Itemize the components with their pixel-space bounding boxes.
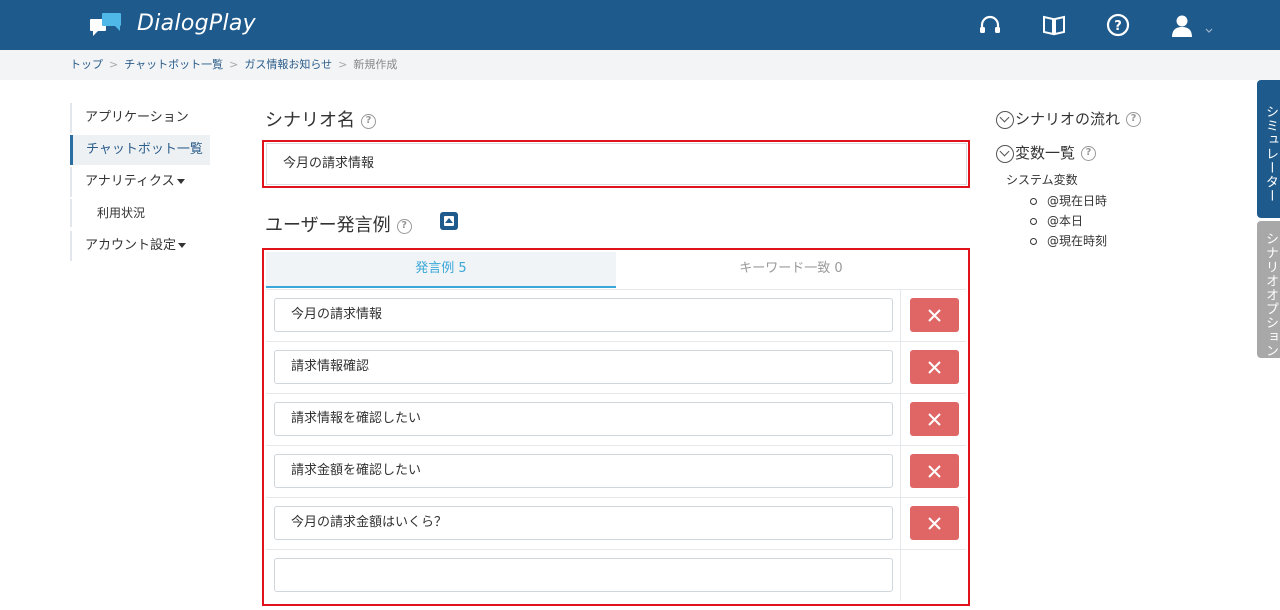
breadcrumb-top[interactable]: トップ	[70, 58, 103, 71]
sidebar-item-analytics[interactable]: アナリティクス	[70, 167, 210, 197]
sidebar-item-label: 利用状況	[97, 206, 146, 220]
list-item[interactable]: @本日	[1030, 211, 1107, 231]
chevron-down-icon	[996, 110, 1014, 129]
utterance-examples-label: ユーザー発言例	[265, 215, 391, 236]
scenario-name-label: シナリオ名	[265, 110, 355, 131]
svg-text:?: ?	[1114, 19, 1122, 34]
sidebar-item-chatbot-list[interactable]: チャットボット一覧	[70, 135, 210, 165]
help-icon[interactable]: ?	[1081, 146, 1097, 161]
help-icon[interactable]: ?	[1105, 12, 1131, 38]
sidebar-item-label: アカウント設定	[85, 238, 177, 253]
scenario-flow-toggle[interactable]: シナリオの流れ?	[996, 108, 1142, 129]
breadcrumb-current: 新規作成	[353, 58, 398, 71]
help-icon[interactable]: ?	[361, 113, 376, 129]
sidebar-item-label: アナリティクス	[85, 174, 175, 189]
caret-down-icon	[178, 243, 187, 248]
app-header: DialogPlay ?	[0, 0, 1280, 50]
system-variables-label: システム変数	[1006, 173, 1078, 187]
list-item[interactable]: @現在日時	[1030, 191, 1107, 211]
sidebar: アプリケーション チャットボット一覧 アナリティクス 利用状況 アカウント設定	[70, 103, 210, 263]
utterance-examples-heading: ユーザー発言例?	[265, 211, 412, 237]
breadcrumb-gas-info[interactable]: ガス情報お知らせ	[244, 58, 332, 71]
sidebar-item-label: アプリケーション	[85, 110, 189, 125]
logo-icon	[88, 11, 124, 39]
utterance-panel-highlight	[262, 248, 970, 606]
simulator-tab[interactable]: シミュレーター	[1257, 80, 1280, 218]
sidebar-item-usage[interactable]: 利用状況	[70, 199, 210, 227]
breadcrumb: トップ > チャットボット一覧 > ガス情報お知らせ > 新規作成	[0, 50, 1280, 80]
list-item[interactable]: @現在時刻	[1030, 231, 1107, 251]
chevron-down-icon[interactable]	[1205, 20, 1213, 33]
book-icon[interactable]	[1041, 12, 1067, 38]
sidebar-item-label: チャットボット一覧	[86, 142, 203, 157]
headset-icon[interactable]	[977, 12, 1003, 38]
scenario-name-heading: シナリオ名?	[265, 106, 376, 132]
collapse-toggle-button[interactable]	[440, 212, 458, 230]
user-icon[interactable]	[1169, 12, 1195, 38]
variables-label: 変数一覧	[1015, 144, 1076, 162]
scenario-options-tab[interactable]: シナリオオプション	[1257, 221, 1280, 358]
brand-name[interactable]: DialogPlay	[137, 11, 256, 36]
sidebar-item-account-settings[interactable]: アカウント設定	[70, 231, 210, 261]
caret-down-icon	[176, 179, 185, 184]
scenario-name-input[interactable]: 今月の請求情報	[266, 143, 967, 185]
breadcrumb-chatbot-list[interactable]: チャットボット一覧	[124, 58, 223, 71]
system-variables-list: @現在日時 @本日 @現在時刻	[1030, 191, 1107, 251]
help-icon[interactable]: ?	[396, 218, 412, 234]
sidebar-item-applications[interactable]: アプリケーション	[70, 103, 210, 133]
chevron-down-icon	[996, 144, 1014, 163]
scenario-flow-label: シナリオの流れ	[1015, 110, 1121, 128]
help-icon[interactable]: ?	[1126, 112, 1142, 127]
variables-toggle[interactable]: 変数一覧?	[996, 142, 1097, 163]
